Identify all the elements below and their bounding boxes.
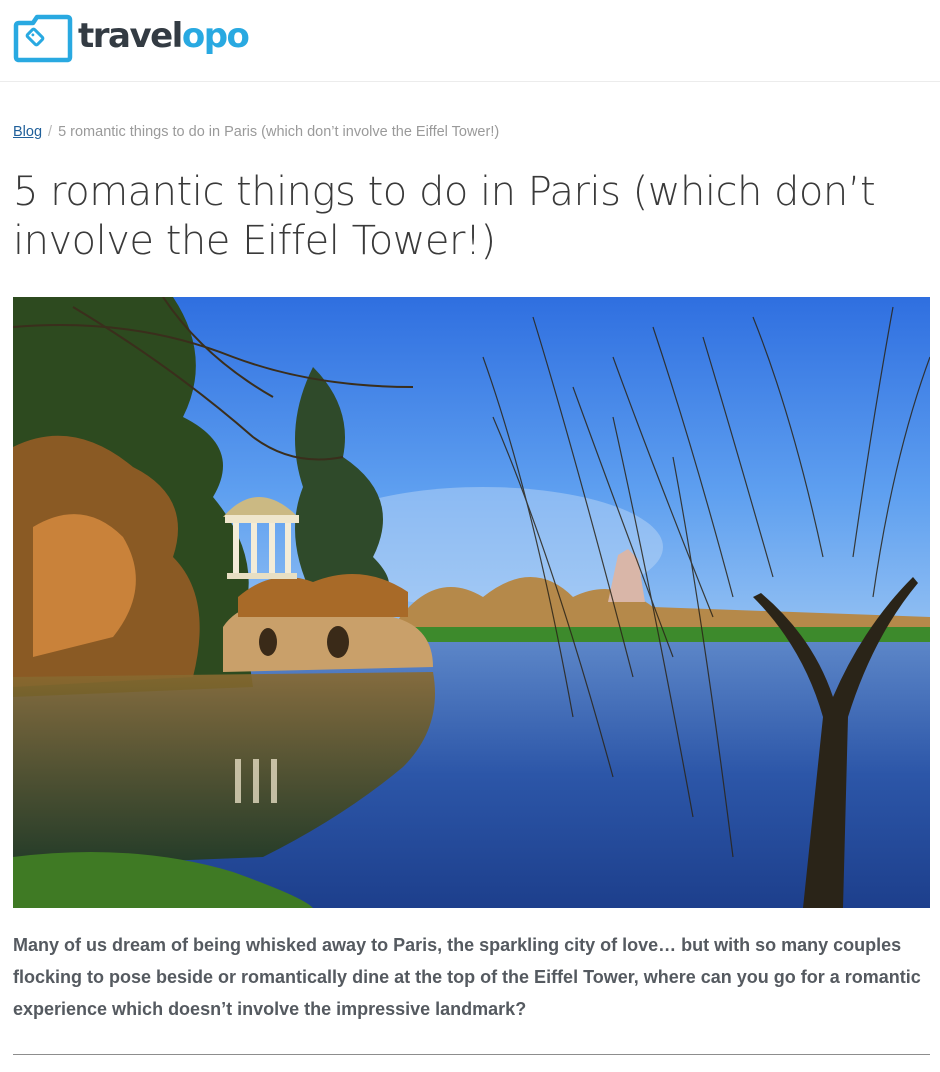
breadcrumb-current: 5 romantic things to do in Paris (which …: [58, 124, 500, 140]
luggage-tag-logo-icon: [13, 14, 73, 63]
logo-wordmark: travelopo: [78, 16, 250, 56]
site-header: travelopo: [0, 0, 940, 82]
logo-text-travel: travel: [78, 16, 183, 56]
breadcrumb-blog-link[interactable]: Blog: [13, 124, 42, 140]
logo-text-opo: opo: [181, 16, 250, 56]
breadcrumb: Blog / 5 romantic things to do in Paris (w…: [13, 124, 499, 140]
article-title: 5 romantic things to do in Paris (which …: [13, 169, 876, 264]
site-logo[interactable]: travelopo: [13, 13, 250, 63]
content-divider: [13, 1054, 930, 1055]
article-intro: Many of us dream of being whisked away t…: [13, 935, 921, 1019]
breadcrumb-separator: /: [48, 124, 53, 140]
hero-image: [13, 297, 930, 908]
